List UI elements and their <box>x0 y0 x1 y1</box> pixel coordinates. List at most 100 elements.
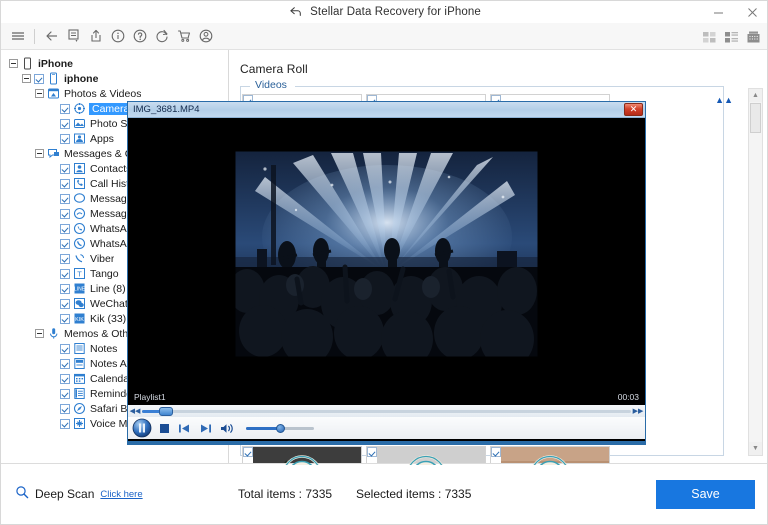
tree-item-checkbox[interactable] <box>60 238 70 249</box>
next-button[interactable] <box>198 422 213 435</box>
sidebar-item-label: Photos & Videos <box>64 87 142 100</box>
save-button[interactable]: Save <box>656 479 755 509</box>
tree-item-checkbox[interactable] <box>60 343 70 354</box>
tree-expander-placeholder <box>48 134 57 143</box>
tree-item-checkbox[interactable] <box>60 178 70 189</box>
stop-button[interactable] <box>158 422 171 435</box>
tree-expander-icon[interactable] <box>35 149 44 158</box>
main-toolbar <box>1 23 767 50</box>
detail-view-icon[interactable] <box>745 28 762 45</box>
tree-expander-icon[interactable] <box>22 74 31 83</box>
content-scrollbar[interactable]: ▲ ▼ <box>748 88 763 456</box>
whatsapp-attachment-icon <box>73 237 86 250</box>
volume-slider[interactable] <box>246 423 314 433</box>
grid-view-icon[interactable] <box>701 28 718 45</box>
video-surface[interactable] <box>128 118 645 389</box>
minimize-button[interactable] <box>701 1 735 23</box>
back-arrow-icon <box>289 6 303 18</box>
dialog-title-bar[interactable]: IMG_3681.MP4 ✕ <box>128 102 645 118</box>
tree-item-checkbox[interactable] <box>60 403 70 414</box>
thumbnail-checkbox[interactable] <box>367 447 377 457</box>
tree-item-checkbox[interactable] <box>60 223 70 234</box>
fast-forward-icon[interactable]: ▶▶ <box>631 407 645 415</box>
cart-icon[interactable] <box>173 26 194 47</box>
status-bar: Deep Scan Click here Total items : 7335 … <box>1 463 767 524</box>
refresh-icon[interactable] <box>151 26 172 47</box>
dialog-close-button[interactable]: ✕ <box>624 103 643 116</box>
svg-text:T: T <box>77 269 82 278</box>
seek-slider[interactable] <box>142 406 631 416</box>
tree-item-checkbox[interactable] <box>60 253 70 264</box>
contacts-icon <box>74 163 85 174</box>
tree-item-checkbox[interactable] <box>60 388 70 399</box>
hamburger-menu-icon[interactable] <box>7 26 28 47</box>
thumbnail-checkbox[interactable] <box>243 447 253 457</box>
video-player-dialog[interactable]: IMG_3681.MP4 ✕ Playlist1 00:03 ◀◀ ▶▶ <box>127 101 646 445</box>
application-window: Stellar Data Recovery for iPhone iPhone … <box>0 0 768 525</box>
share-upload-icon[interactable] <box>85 26 106 47</box>
tree-expander-icon[interactable] <box>35 89 44 98</box>
seek-row: ◀◀ ▶▶ <box>128 405 645 417</box>
volume-slider-handle[interactable] <box>276 423 285 433</box>
account-icon[interactable] <box>195 26 216 47</box>
tree-item-checkbox[interactable] <box>60 298 70 309</box>
tree-item-checkbox[interactable] <box>60 313 70 324</box>
voice-memo-icon <box>74 418 85 429</box>
sidebar-item-label: Contacts <box>90 162 132 175</box>
reminders-icon <box>74 388 85 399</box>
play-overlay-icon <box>284 454 320 465</box>
tree-expander-placeholder <box>48 209 57 218</box>
tree-expander-placeholder <box>48 254 57 263</box>
tree-expander-icon[interactable] <box>35 329 44 338</box>
device-list-icon[interactable] <box>63 26 84 47</box>
scrollbar-down-button[interactable]: ▼ <box>749 442 762 455</box>
call-history-icon <box>74 178 85 189</box>
back-icon[interactable] <box>41 26 62 47</box>
tree-expander-placeholder <box>48 299 57 308</box>
scrollbar-thumb[interactable] <box>750 103 761 133</box>
photos-icon <box>48 88 59 99</box>
svg-text:LINE: LINE <box>74 287 86 293</box>
previous-button[interactable] <box>177 422 192 435</box>
tree-item-checkbox[interactable] <box>60 358 70 369</box>
calendar-icon <box>74 373 85 384</box>
sidebar-item-label: WeChat <box>90 297 128 310</box>
viber-icon <box>75 254 85 263</box>
tree-expander-placeholder <box>48 104 57 113</box>
tree-expander-icon[interactable] <box>9 59 18 68</box>
thumbnail-checkbox[interactable] <box>491 447 501 457</box>
tree-item-checkbox[interactable] <box>34 73 44 84</box>
video-frame <box>235 150 538 357</box>
tree-item-checkbox[interactable] <box>60 268 70 279</box>
tree-item-checkbox[interactable] <box>60 133 70 144</box>
toolbar-left-group <box>1 26 216 47</box>
tree-expander-placeholder <box>48 224 57 233</box>
deep-scan-link[interactable]: Click here <box>100 489 142 500</box>
seek-slider-handle[interactable] <box>159 406 174 416</box>
apps-icon <box>74 133 85 144</box>
info-icon[interactable] <box>107 26 128 47</box>
rewind-icon[interactable]: ◀◀ <box>128 407 142 415</box>
volume-button[interactable] <box>219 422 235 435</box>
tree-item-checkbox[interactable] <box>60 418 70 429</box>
tree-item-checkbox[interactable] <box>60 373 70 384</box>
close-button[interactable] <box>735 1 767 23</box>
pause-button[interactable] <box>132 418 152 438</box>
sidebar-item-label: Apps <box>90 132 114 145</box>
sidebar-item-iphone[interactable]: iPhone <box>1 56 228 71</box>
scrollbar-up-button[interactable]: ▲ <box>749 89 762 102</box>
sidebar-item-photos-videos[interactable]: Photos & Videos <box>1 86 228 101</box>
sidebar-item-label: iPhone <box>38 57 74 70</box>
sidebar-item-iphone[interactable]: iphone <box>1 71 228 86</box>
tree-item-checkbox[interactable] <box>60 193 70 204</box>
list-view-icon[interactable] <box>723 28 740 45</box>
tree-item-checkbox[interactable] <box>60 118 70 129</box>
help-icon[interactable] <box>129 26 150 47</box>
dialog-bottom-edge <box>128 441 645 444</box>
tree-item-checkbox[interactable] <box>60 283 70 294</box>
title-bar-center: Stellar Data Recovery for iPhone <box>289 6 481 18</box>
tree-item-checkbox[interactable] <box>60 163 70 174</box>
tree-item-checkbox[interactable] <box>60 103 70 114</box>
tree-item-checkbox[interactable] <box>60 208 70 219</box>
toolbar-separator <box>34 28 35 44</box>
